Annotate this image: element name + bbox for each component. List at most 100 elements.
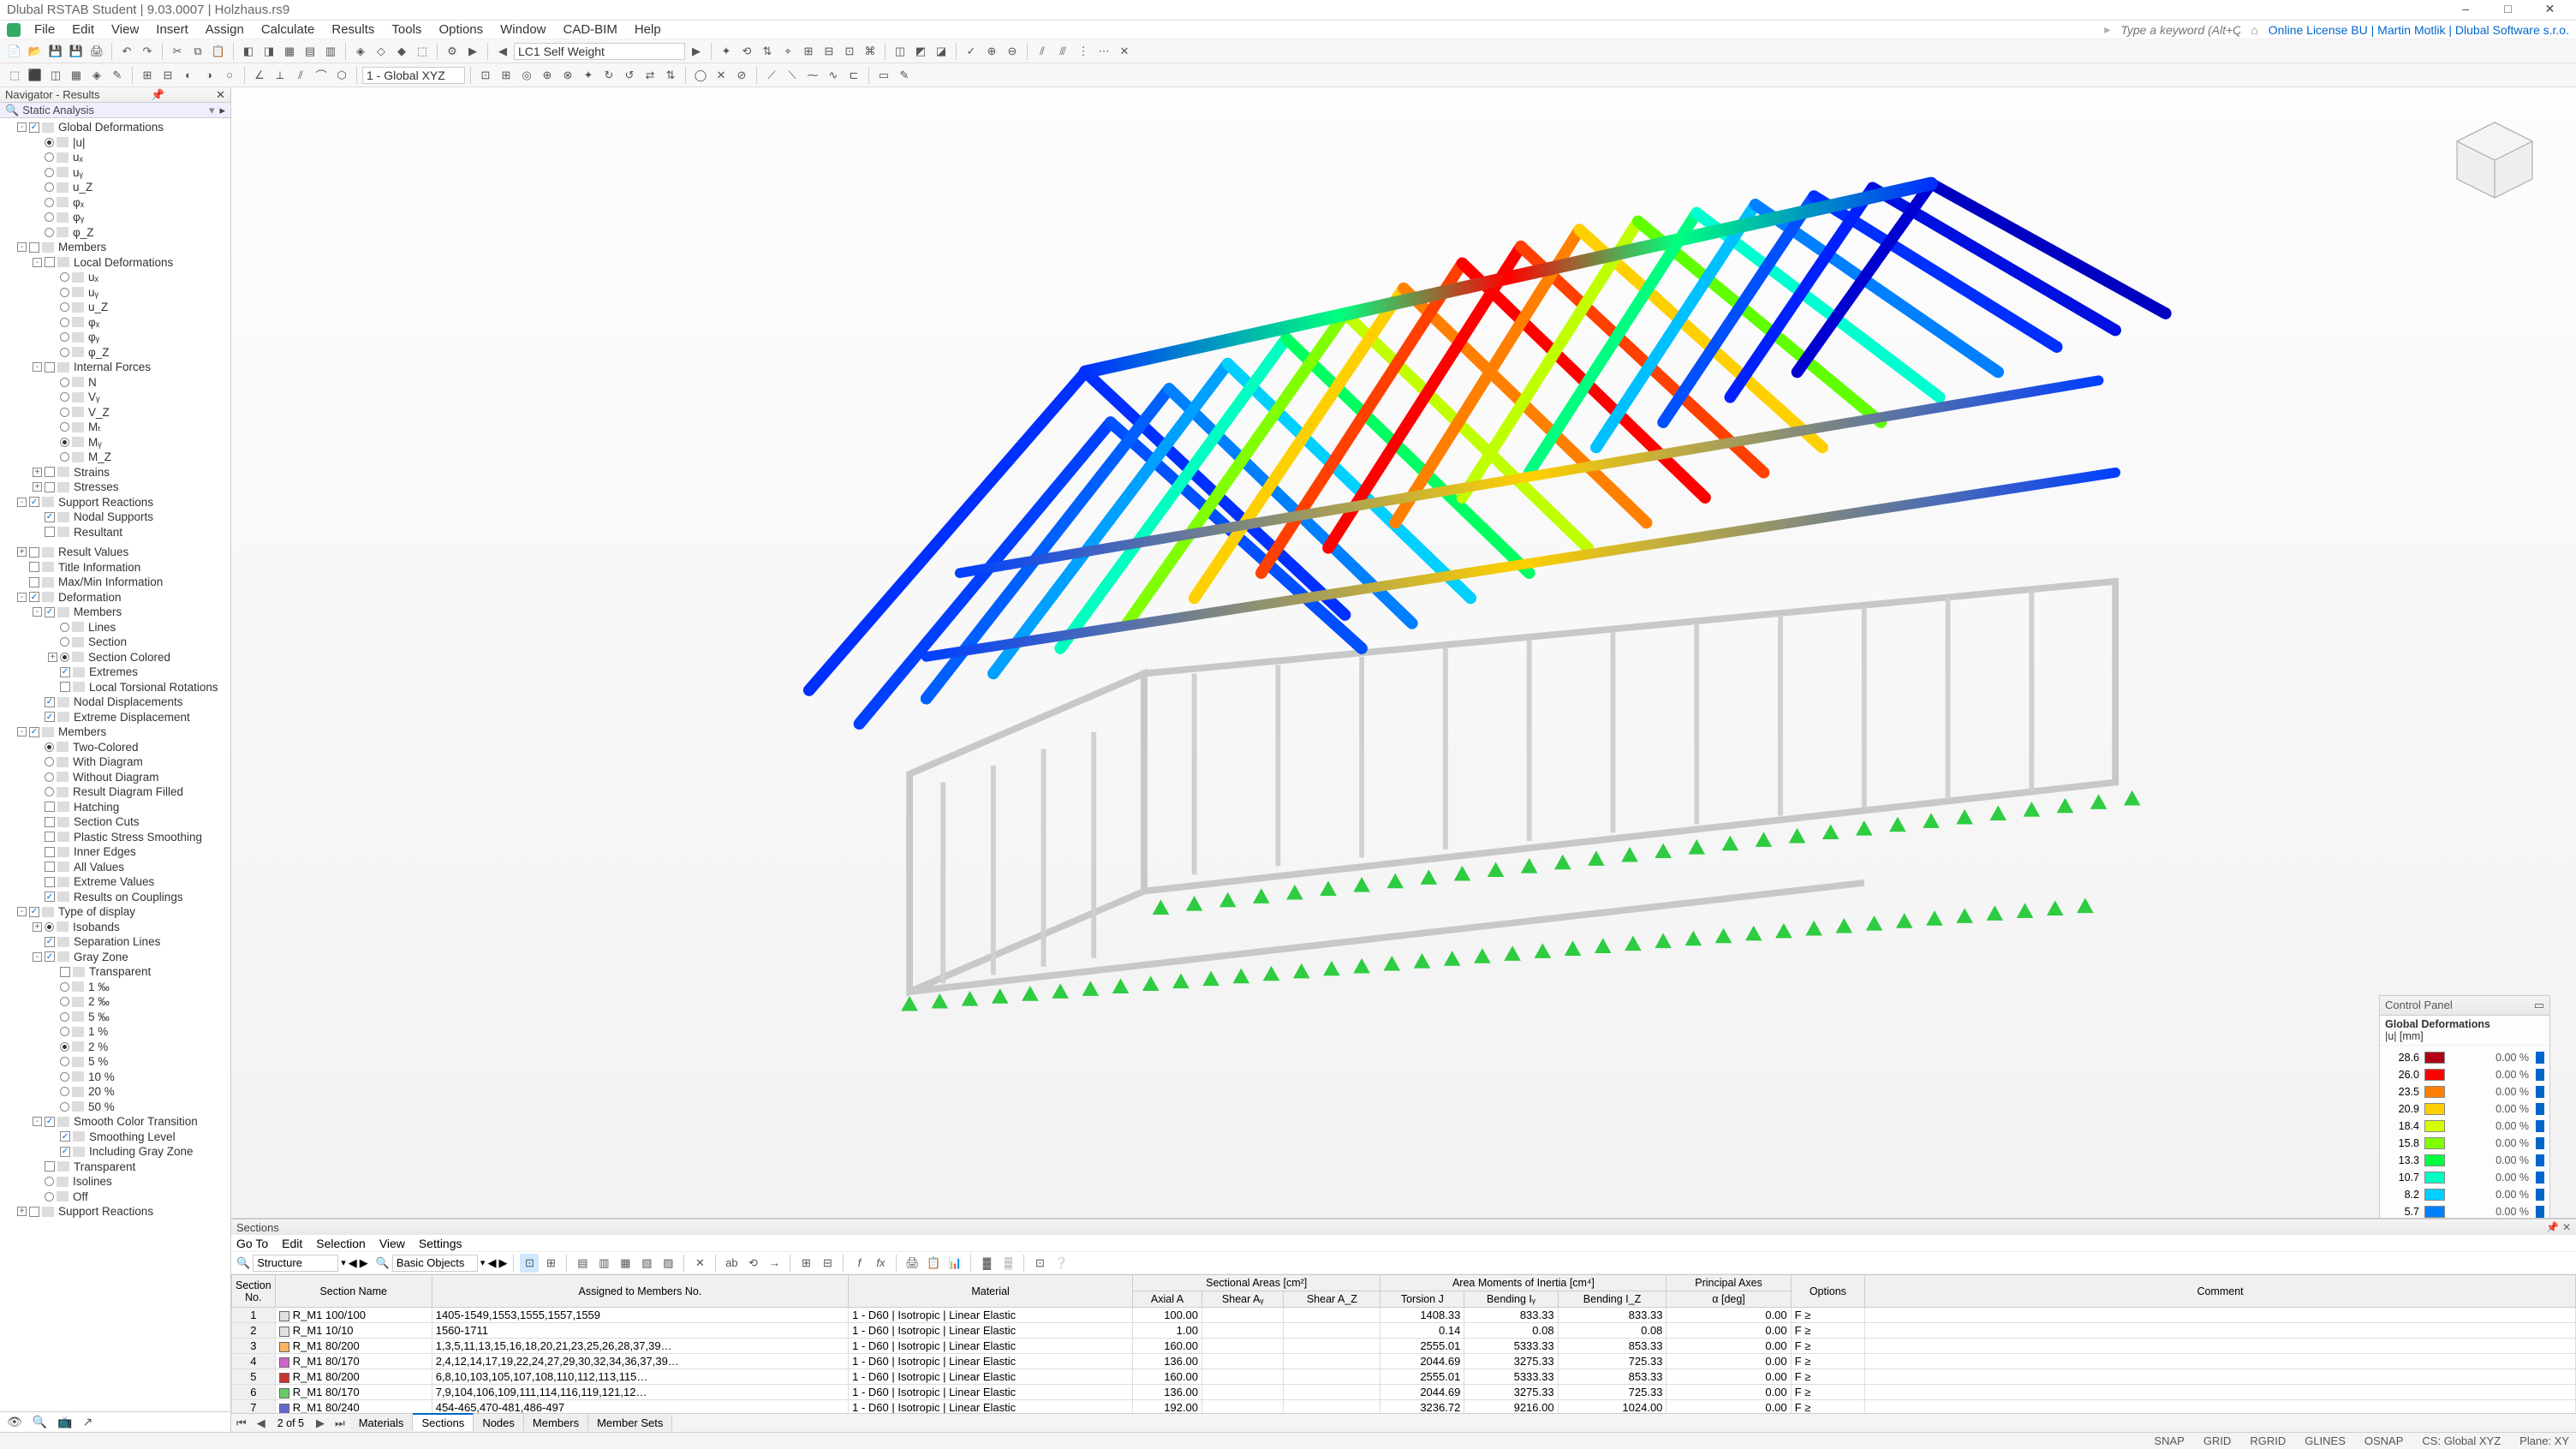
tb-h[interactable]: ◆	[392, 42, 411, 61]
new-icon[interactable]: 📄	[5, 42, 24, 61]
tree-item[interactable]: Result Diagram Filled	[0, 784, 230, 800]
tree-item[interactable]: ✓Results on Couplings	[0, 890, 230, 905]
tree-item[interactable]: Transparent	[0, 964, 230, 980]
tb2-f[interactable]: ✎	[108, 66, 127, 85]
tree-item[interactable]: u_Z	[0, 300, 230, 315]
tree-item[interactable]: 1 %	[0, 1024, 230, 1040]
menu-help[interactable]: Help	[626, 22, 670, 37]
last-page-icon[interactable]: ⏭	[330, 1416, 350, 1430]
tree-item[interactable]: -✓Type of display	[0, 904, 230, 920]
tree-item[interactable]: -✓Members	[0, 605, 230, 620]
tree-item[interactable]: -Members	[0, 240, 230, 255]
save-icon[interactable]: 💾	[46, 42, 65, 61]
copy-icon[interactable]: ⧉	[188, 42, 207, 61]
tree-item[interactable]: 2 %	[0, 1040, 230, 1055]
nav-foot-2[interactable]: 🔍	[33, 1415, 47, 1429]
tree-item[interactable]: +Section Colored	[0, 650, 230, 665]
tb2-u[interactable]: ⊗	[558, 66, 577, 85]
btb-q[interactable]: 📋	[924, 1254, 943, 1273]
navigator-pin-icon[interactable]: 📌	[151, 88, 164, 102]
prev-page-icon[interactable]: ◀	[252, 1416, 271, 1430]
tb2-a[interactable]: ⬚	[5, 66, 24, 85]
nav-foot-4[interactable]: ↗	[83, 1415, 93, 1429]
minimize-button[interactable]: –	[2447, 2, 2485, 19]
tab-member-sets[interactable]: Member Sets	[588, 1415, 672, 1431]
loadcase-select[interactable]: LC1 Self Weight	[514, 43, 685, 60]
tree-item[interactable]: 2 ‰	[0, 994, 230, 1010]
btb-j[interactable]: ⟲	[743, 1254, 762, 1273]
bottom-menu-selection[interactable]: Selection	[316, 1237, 366, 1250]
tree-item[interactable]: Inner Edges	[0, 844, 230, 860]
menu-calculate[interactable]: Calculate	[253, 22, 324, 37]
btb-l[interactable]: ⊞	[796, 1254, 815, 1273]
tb2-ac[interactable]: ⊘	[732, 66, 751, 85]
tb2-w[interactable]: ↻	[599, 66, 618, 85]
tb-t[interactable]: ◩	[911, 42, 930, 61]
undo-icon[interactable]: ↶	[117, 42, 136, 61]
tb-y[interactable]: ⫽	[1033, 42, 1052, 61]
saveall-icon[interactable]: 💾	[67, 42, 86, 61]
btb-b[interactable]: ⊞	[541, 1254, 560, 1273]
tree-item[interactable]: Isolines	[0, 1174, 230, 1190]
tree-item[interactable]: ✓Including Gray Zone	[0, 1144, 230, 1160]
tb-s[interactable]: ◫	[891, 42, 909, 61]
tb-o[interactable]: ⊞	[799, 42, 818, 61]
tb2-q[interactable]: ⊡	[476, 66, 495, 85]
tree-item[interactable]: Off	[0, 1190, 230, 1205]
print-icon[interactable]: 🖨	[87, 42, 106, 61]
viewport-3d[interactable]: Control Panel▭ Global Deformations|u| [m…	[231, 87, 2576, 1218]
tb-i[interactable]: ⬚	[413, 42, 432, 61]
bottom-sel-objects[interactable]: Basic Objects	[392, 1255, 478, 1272]
cs-select[interactable]: 1 - Global XYZ	[362, 67, 465, 84]
navigator-close-icon[interactable]: ✕	[216, 88, 225, 102]
navigator-tree[interactable]: -✓Global Deformations|u|uₓuᵧu_Zφₓφᵧφ_Z-M…	[0, 118, 230, 1411]
tb2-ae[interactable]: ⟍	[783, 66, 802, 85]
paste-icon[interactable]: 📋	[209, 42, 228, 61]
tree-item[interactable]: 50 %	[0, 1100, 230, 1115]
tree-item[interactable]: -✓Support Reactions	[0, 495, 230, 510]
tree-item[interactable]: +Stresses	[0, 480, 230, 495]
tree-item[interactable]: Plastic Stress Smoothing	[0, 830, 230, 845]
tb-m[interactable]: ⇅	[758, 42, 777, 61]
tree-item[interactable]: Resultant	[0, 525, 230, 540]
menu-insert[interactable]: Insert	[147, 22, 197, 37]
tb2-l[interactable]: ∠	[250, 66, 269, 85]
tree-item[interactable]: φᵧ	[0, 210, 230, 225]
tree-item[interactable]: Title Information	[0, 560, 230, 575]
nav-foot-1[interactable]: 👁	[7, 1415, 22, 1429]
bottom-menu-view[interactable]: View	[379, 1237, 405, 1250]
open-icon[interactable]: 📂	[26, 42, 45, 61]
tb2-ab[interactable]: ✕	[712, 66, 730, 85]
tree-item[interactable]: -✓Gray Zone	[0, 950, 230, 965]
tree-item[interactable]: Vᵧ	[0, 390, 230, 405]
tb2-c[interactable]: ◫	[46, 66, 65, 85]
tb2-s[interactable]: ◎	[517, 66, 536, 85]
status-osnap[interactable]: OSNAP	[2364, 1434, 2404, 1447]
status-cs--global-xyz[interactable]: CS: Global XYZ	[2422, 1434, 2501, 1447]
tb2-d[interactable]: ▦	[67, 66, 86, 85]
control-panel-close-icon[interactable]: ▭	[2534, 999, 2544, 1012]
table-row[interactable]: 1 R_M1 100/100 1405-1549,1553,1555,1557,…	[232, 1308, 2576, 1323]
keyword-search-input[interactable]	[2120, 23, 2240, 37]
tb-u[interactable]: ◪	[932, 42, 951, 61]
tree-item[interactable]: φₓ	[0, 315, 230, 331]
tree-item[interactable]: M_Z	[0, 450, 230, 465]
maximize-button[interactable]: □	[2489, 2, 2527, 19]
tb-e[interactable]: ▥	[321, 42, 340, 61]
tree-item[interactable]: +Support Reactions	[0, 1204, 230, 1219]
btb-o[interactable]: fx	[871, 1254, 890, 1273]
tb-r[interactable]: ⌘	[861, 42, 880, 61]
tb2-j[interactable]: ◑	[200, 66, 218, 85]
tb-p[interactable]: ⊟	[820, 42, 838, 61]
tb2-o[interactable]: ⌒	[312, 66, 331, 85]
view-cube[interactable]	[2448, 113, 2542, 207]
redo-icon[interactable]: ↷	[138, 42, 157, 61]
menu-edit[interactable]: Edit	[63, 22, 103, 37]
bottom-sel-structure[interactable]: Structure	[253, 1255, 338, 1272]
tree-item[interactable]: Mₜ	[0, 420, 230, 435]
tb2-h[interactable]: ⊟	[158, 66, 177, 85]
menu-view[interactable]: View	[103, 22, 147, 37]
tree-item[interactable]: Extreme Values	[0, 874, 230, 890]
menu-assign[interactable]: Assign	[197, 22, 253, 37]
tree-item[interactable]: Two-Colored	[0, 740, 230, 755]
